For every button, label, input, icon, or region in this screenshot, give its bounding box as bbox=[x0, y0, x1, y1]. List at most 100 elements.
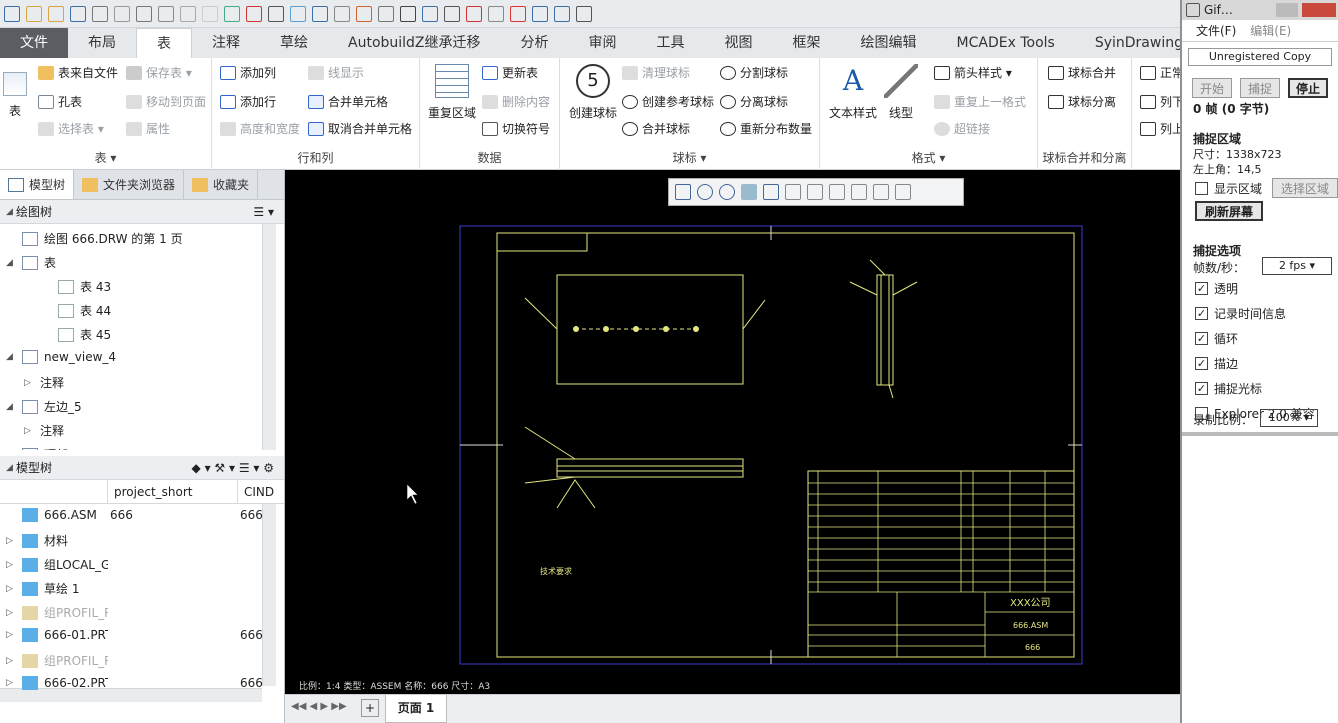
balloon-merge-button[interactable]: 球标合并 bbox=[1048, 64, 1116, 81]
loop-checkbox[interactable]: ✓ 循环 bbox=[1195, 330, 1338, 347]
model-tree-row[interactable]: ▷ 666-01.PRT 666 bbox=[6, 628, 263, 642]
drawing-tree-item[interactable]: 表 45 bbox=[42, 326, 111, 343]
cursor-checkbox[interactable]: ✓ 捕捉光标 bbox=[1195, 380, 1338, 397]
close-icon[interactable] bbox=[1302, 3, 1336, 17]
model-tree-scrollbar[interactable] bbox=[262, 504, 276, 686]
ratio-select[interactable]: 100% ▾ bbox=[1260, 409, 1318, 427]
clean-balloon-button[interactable]: 清理球标 bbox=[622, 64, 690, 81]
toolbar-icon-4[interactable] bbox=[92, 5, 108, 22]
tab-10[interactable]: 框架 bbox=[773, 28, 841, 58]
drawing-tree-item[interactable]: ◢ 左边_5 bbox=[6, 398, 82, 415]
update-table-button[interactable]: 更新表 bbox=[482, 64, 538, 81]
split-balloon-button[interactable]: 分割球标 bbox=[720, 64, 788, 81]
column-up-button[interactable]: 列上 bbox=[1140, 120, 1184, 137]
toolbar-icon-22[interactable] bbox=[488, 5, 504, 22]
expand-icon[interactable]: ▷ bbox=[6, 560, 16, 570]
expand-icon[interactable]: ◢ bbox=[6, 352, 16, 362]
save-table-button[interactable]: 保存表 ▾ bbox=[126, 64, 192, 81]
tab-3[interactable]: 注释 bbox=[192, 28, 260, 58]
repeat-region-button[interactable]: 重复区域 bbox=[426, 64, 478, 121]
toolbar-icon-14[interactable] bbox=[312, 5, 328, 22]
move-to-page-button[interactable]: 移动到页面 bbox=[126, 93, 206, 110]
column-project-short[interactable]: project_short bbox=[108, 480, 238, 503]
toolbar-icon-15[interactable] bbox=[334, 5, 350, 22]
balloon-split-button[interactable]: 球标分离 bbox=[1048, 93, 1116, 110]
expand-icon[interactable]: ▷ bbox=[6, 656, 16, 666]
tab-7[interactable]: 审阅 bbox=[569, 28, 637, 58]
toolbar-icon-9[interactable] bbox=[202, 5, 218, 22]
expand-icon[interactable]: ▷ bbox=[24, 378, 34, 388]
tab-6[interactable]: 分析 bbox=[501, 28, 569, 58]
add-row-button[interactable]: 添加行 bbox=[220, 93, 276, 110]
tab-11[interactable]: 绘图编辑 bbox=[841, 28, 937, 58]
drawing-tree-item[interactable]: 表 44 bbox=[42, 302, 111, 319]
create-balloon-button[interactable]: 5 创建球标 bbox=[564, 64, 622, 121]
table-from-file-button[interactable]: 表来自文件 bbox=[38, 64, 118, 81]
tree-options-icon[interactable]: ☰ ▾ bbox=[253, 205, 274, 219]
tab-4[interactable]: 草绘 bbox=[260, 28, 328, 58]
model-tree-row[interactable]: ▷ 材料 bbox=[6, 532, 262, 549]
model-tree-tools-icon[interactable]: ◆ ▾ ⚒ ▾ ☰ ▾ ⚙ bbox=[192, 461, 274, 475]
toolbar-icon-24[interactable] bbox=[532, 5, 548, 22]
model-tree-hscrollbar[interactable] bbox=[0, 688, 262, 702]
hyperlink-button[interactable]: 超链接 bbox=[934, 120, 990, 137]
collapse-icon[interactable]: ◢ bbox=[6, 463, 16, 473]
toolbar-icon-23[interactable] bbox=[510, 5, 526, 22]
expand-icon[interactable]: ▷ bbox=[6, 584, 16, 594]
gif-menu-edit[interactable]: 编辑(E) bbox=[1250, 22, 1291, 39]
column-cind[interactable]: CIND bbox=[238, 480, 280, 503]
tab-12[interactable]: MCADEx Tools bbox=[937, 28, 1075, 58]
merge-cells-button[interactable]: 合并单元格 bbox=[308, 93, 388, 110]
capture-button[interactable]: 捕捉 bbox=[1240, 78, 1280, 98]
delete-content-button[interactable]: 删除内容 bbox=[482, 93, 550, 110]
tab-0[interactable]: 文件 bbox=[0, 28, 68, 58]
toolbar-icon-2[interactable] bbox=[48, 5, 64, 22]
transparent-checkbox[interactable]: ✓ 透明 bbox=[1195, 280, 1338, 297]
tab-5[interactable]: AutobuildZ继承迁移 bbox=[328, 28, 501, 58]
expand-icon[interactable]: ▷ bbox=[24, 426, 34, 436]
fps-select[interactable]: 2 fps ▾ bbox=[1262, 257, 1332, 275]
expand-icon[interactable]: ◢ bbox=[6, 402, 16, 412]
tab-1[interactable]: 布局 bbox=[68, 28, 136, 58]
stop-button[interactable]: 停止 bbox=[1288, 78, 1328, 98]
toolbar-icon-6[interactable] bbox=[136, 5, 152, 22]
toolbar-icon-26[interactable] bbox=[576, 5, 592, 22]
toolbar-icon-13[interactable] bbox=[290, 5, 306, 22]
line-style-button[interactable]: 线型 bbox=[882, 64, 920, 121]
start-button[interactable]: 开始 bbox=[1192, 78, 1232, 98]
create-ref-balloon-button[interactable]: 创建参考球标 bbox=[622, 93, 714, 110]
add-page-button[interactable]: + bbox=[361, 699, 379, 717]
normal-button[interactable]: 正常 bbox=[1140, 64, 1184, 81]
toggle-symbol-button[interactable]: 切换符号 bbox=[482, 120, 550, 137]
page-tab[interactable]: 页面 1 bbox=[385, 695, 447, 723]
redistribute-button[interactable]: 重新分布数量 bbox=[720, 120, 812, 137]
refresh-screen-button[interactable]: 刷新屏幕 bbox=[1195, 201, 1263, 221]
expand-icon[interactable]: ▷ bbox=[6, 608, 16, 618]
model-tree-row[interactable]: ▷ 组LOCAL_G bbox=[6, 556, 262, 573]
detach-balloon-button[interactable]: 分离球标 bbox=[720, 93, 788, 110]
toolbar-icon-11[interactable] bbox=[246, 5, 262, 22]
timestamp-checkbox[interactable]: ✓ 记录时间信息 bbox=[1195, 305, 1338, 322]
toolbar-icon-3[interactable] bbox=[70, 5, 86, 22]
arrow-style-button[interactable]: 箭头样式 ▾ bbox=[934, 64, 1012, 81]
toolbar-icon-0[interactable] bbox=[4, 5, 20, 22]
properties-button[interactable]: 属性 bbox=[126, 120, 170, 137]
tab-folder-browser[interactable]: 文件夹浏览器 bbox=[74, 170, 185, 199]
expand-icon[interactable]: ◢ bbox=[6, 258, 16, 268]
toolbar-icon-17[interactable] bbox=[378, 5, 394, 22]
toolbar-icon-10[interactable] bbox=[224, 5, 240, 22]
drawing-tree-scrollbar[interactable] bbox=[262, 224, 276, 450]
select-table-button[interactable]: 选择表 ▾ bbox=[38, 120, 104, 137]
repeat-format-button[interactable]: 重复上一格式 bbox=[934, 93, 1026, 110]
add-column-button[interactable]: 添加列 bbox=[220, 64, 276, 81]
toolbar-icon-8[interactable] bbox=[180, 5, 196, 22]
drawing-tree-item[interactable]: ◢ new_view_4 bbox=[6, 350, 116, 364]
drawing-tree-item[interactable]: ▷ 注释 bbox=[24, 422, 64, 439]
toolbar-icon-20[interactable] bbox=[444, 5, 460, 22]
gif-menu-file[interactable]: 文件(F) bbox=[1196, 22, 1236, 39]
model-tree-row[interactable]: ▷ 666-02.PRT 666 bbox=[6, 676, 263, 690]
drawing-tree-item[interactable]: ◢ 表 bbox=[6, 254, 56, 271]
merge-balloon-button[interactable]: 合并球标 bbox=[622, 120, 690, 137]
tab-2[interactable]: 表 bbox=[136, 28, 192, 58]
toolbar-icon-7[interactable] bbox=[158, 5, 174, 22]
